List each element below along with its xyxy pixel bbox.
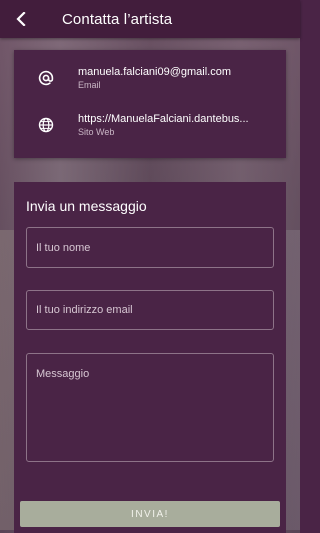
email-value: manuela.falciani09@gmail.com [78, 66, 232, 78]
form-title: Invia un messaggio [26, 198, 147, 214]
back-arrow-icon [16, 12, 26, 26]
submit-button[interactable]: INVIA! [20, 501, 280, 527]
globe-icon [38, 117, 54, 133]
back-button[interactable] [0, 0, 42, 38]
contact-card: manuela.falciani09@gmail.com Email https… [14, 50, 286, 158]
message-textarea[interactable] [26, 353, 274, 462]
email-input[interactable] [26, 290, 274, 330]
website-value: https://ManuelaFalciani.dantebus... [78, 113, 249, 125]
name-input[interactable] [26, 227, 274, 268]
at-sign-icon [38, 70, 54, 86]
email-contact-row[interactable]: manuela.falciani09@gmail.com Email [14, 58, 286, 98]
message-form: Invia un messaggio [14, 182, 286, 533]
page-title: Contatta l’artista [62, 10, 173, 28]
website-contact-row[interactable]: https://ManuelaFalciani.dantebus... Sito… [14, 105, 286, 145]
email-label: Email [78, 80, 101, 90]
website-label: Sito Web [78, 127, 115, 137]
app-bar: Contatta l’artista [0, 0, 300, 38]
